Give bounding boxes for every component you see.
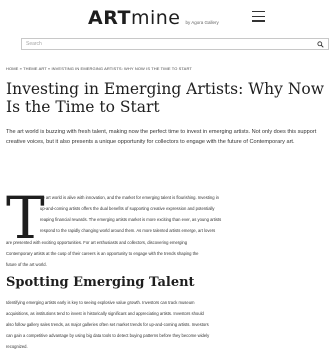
- search-box: [21, 38, 329, 50]
- section-text-line: Identifying emerging artists early is ke…: [6, 300, 195, 305]
- lead-text-line: up-and-coming artists offers the dual be…: [40, 206, 215, 211]
- logo-light: mine: [130, 7, 181, 29]
- lead-text-line: he art world is alive with innovation, a…: [40, 195, 219, 200]
- lead-text-line: respond to the rapidly changing world ar…: [40, 228, 216, 233]
- breadcrumb[interactable]: HOME » THEME ART » INVESTING IN EMERGING…: [6, 66, 328, 71]
- site-logo[interactable]: ARTmine by Agora Gallery: [88, 7, 219, 29]
- search-icon[interactable]: [317, 41, 324, 48]
- menu-bar: [252, 15, 265, 18]
- section-text-line: also follow gallery sales trends, as maj…: [6, 322, 209, 327]
- logo-text: ARTmine: [88, 7, 180, 29]
- logo-bold: ART: [88, 7, 131, 29]
- section-text-line: can gain a competitive advantage by usin…: [6, 333, 210, 338]
- logo-by-line: by Agora Gallery: [185, 20, 219, 25]
- lead-text-line: Contemporary artists at the cusp of thei…: [6, 251, 199, 256]
- article-title: Investing in Emerging Artists: Why Now I…: [6, 80, 325, 116]
- lead-text-line: reaping financial rewards. The emerging …: [40, 217, 222, 222]
- drop-cap: T: [6, 184, 45, 252]
- lead-text-line: future of the art world.: [6, 262, 47, 267]
- section-heading: Spotting Emerging Talent: [6, 275, 195, 290]
- lead-text-line: are presented with exciting opportunitie…: [6, 240, 188, 245]
- search-input[interactable]: [22, 39, 316, 49]
- site-header: ARTmine by Agora Gallery: [0, 0, 331, 34]
- article-intro: The art world is buzzing with fresh tale…: [6, 129, 317, 146]
- menu-bar: [252, 11, 265, 13]
- section-text-line: acquisitions, as institutions tend to in…: [6, 311, 204, 316]
- menu-bar: [252, 20, 265, 22]
- section-text-line: recognized.: [6, 344, 28, 349]
- hamburger-menu-icon[interactable]: [252, 11, 265, 22]
